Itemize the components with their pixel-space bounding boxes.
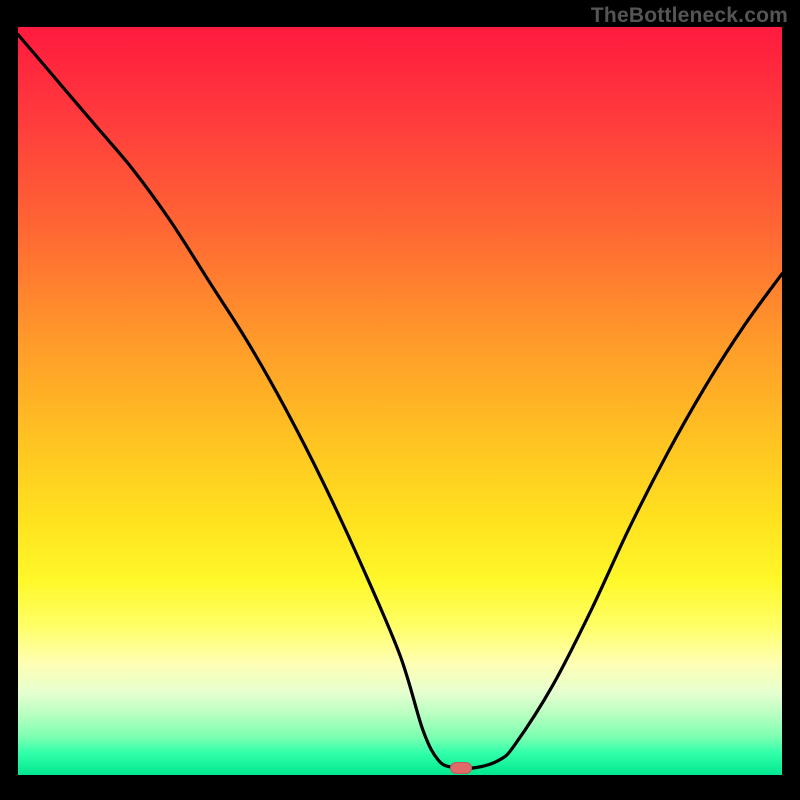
watermark-text: TheBottleneck.com xyxy=(591,4,788,28)
chart-frame: TheBottleneck.com xyxy=(0,0,800,800)
bottleneck-curve xyxy=(18,27,782,775)
optimal-marker xyxy=(450,762,472,774)
plot-area xyxy=(18,27,782,775)
